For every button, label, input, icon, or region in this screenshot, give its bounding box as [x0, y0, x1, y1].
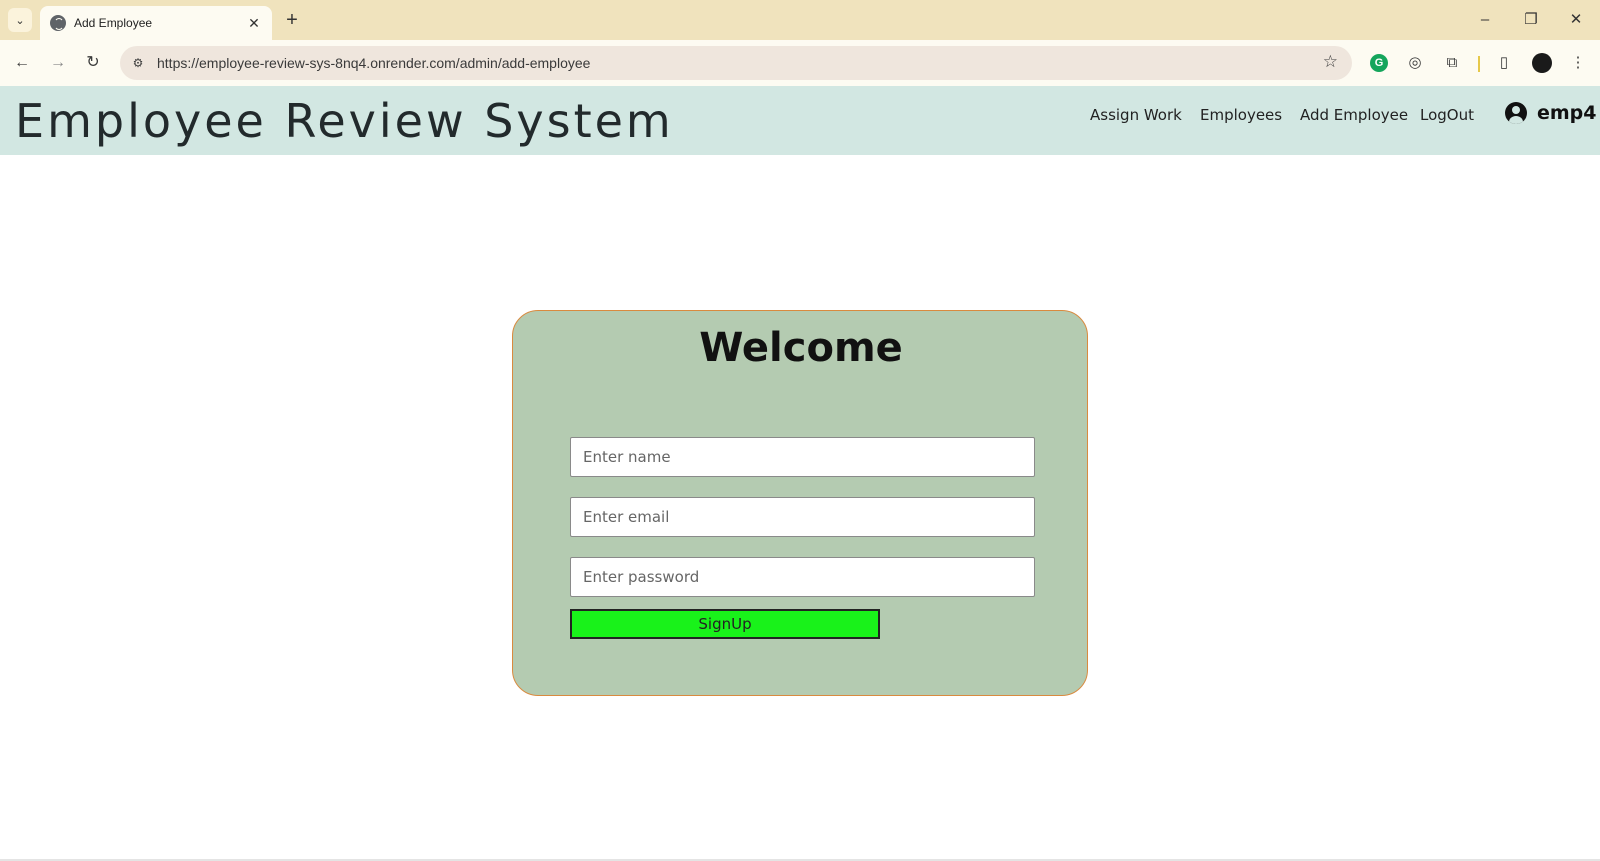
- restore-icon[interactable]: ❐: [1516, 8, 1546, 32]
- address-bar[interactable]: ⚙ https://employee-review-sys-8nq4.onren…: [120, 46, 1352, 80]
- reload-icon[interactable]: ↻: [80, 50, 106, 76]
- back-icon[interactable]: ←: [9, 50, 35, 76]
- close-window-icon[interactable]: ✕: [1561, 8, 1591, 32]
- email-input[interactable]: [570, 497, 1035, 537]
- signup-button[interactable]: SignUp: [570, 609, 880, 639]
- side-panel-icon[interactable]: ▯: [1492, 51, 1516, 75]
- browser-tab[interactable]: Add Employee ✕: [40, 6, 272, 40]
- card-title: Welcome: [699, 325, 903, 371]
- user-profile[interactable]: emp4: [1505, 102, 1597, 124]
- site-header: Employee Review System Assign Work Emplo…: [0, 86, 1600, 155]
- nav-assign-work[interactable]: Assign Work: [1090, 106, 1182, 124]
- user-name: emp4: [1537, 102, 1597, 124]
- user-icon: [1505, 102, 1527, 124]
- minimize-icon[interactable]: –: [1470, 8, 1500, 32]
- grammarly-extension-icon[interactable]: G: [1370, 54, 1388, 72]
- bookmark-star-icon[interactable]: ☆: [1323, 52, 1338, 72]
- signup-card: Welcome SignUp: [512, 310, 1088, 696]
- tab-search-icon[interactable]: ⌄: [8, 8, 32, 32]
- new-tab-icon[interactable]: +: [280, 9, 304, 33]
- extensions-puzzle-icon[interactable]: ⧉: [1440, 51, 1464, 75]
- toolbar-divider: [1478, 56, 1480, 72]
- site-info-icon[interactable]: ⚙: [128, 53, 148, 73]
- profile-avatar[interactable]: [1532, 53, 1552, 73]
- menu-kebab-icon[interactable]: ⋮: [1566, 51, 1590, 75]
- site-brand[interactable]: Employee Review System: [15, 94, 674, 148]
- browser-toolbar: ← → ↻ ⚙ https://employee-review-sys-8nq4…: [0, 40, 1600, 86]
- tab-title: Add Employee: [74, 16, 153, 30]
- extension-icon[interactable]: ◎: [1403, 51, 1427, 75]
- forward-icon[interactable]: →: [45, 50, 71, 76]
- nav-add-employee[interactable]: Add Employee: [1300, 106, 1408, 124]
- globe-icon: [50, 15, 66, 31]
- nav-employees[interactable]: Employees: [1200, 106, 1282, 124]
- browser-tab-bar: ⌄ Add Employee ✕ + – ❐ ✕: [0, 0, 1600, 40]
- close-tab-icon[interactable]: ✕: [246, 15, 262, 32]
- nav-logout[interactable]: LogOut: [1420, 106, 1474, 124]
- password-input[interactable]: [570, 557, 1035, 597]
- page: Employee Review System Assign Work Emplo…: [0, 86, 1600, 861]
- name-input[interactable]: [570, 437, 1035, 477]
- url-text[interactable]: https://employee-review-sys-8nq4.onrende…: [157, 46, 590, 80]
